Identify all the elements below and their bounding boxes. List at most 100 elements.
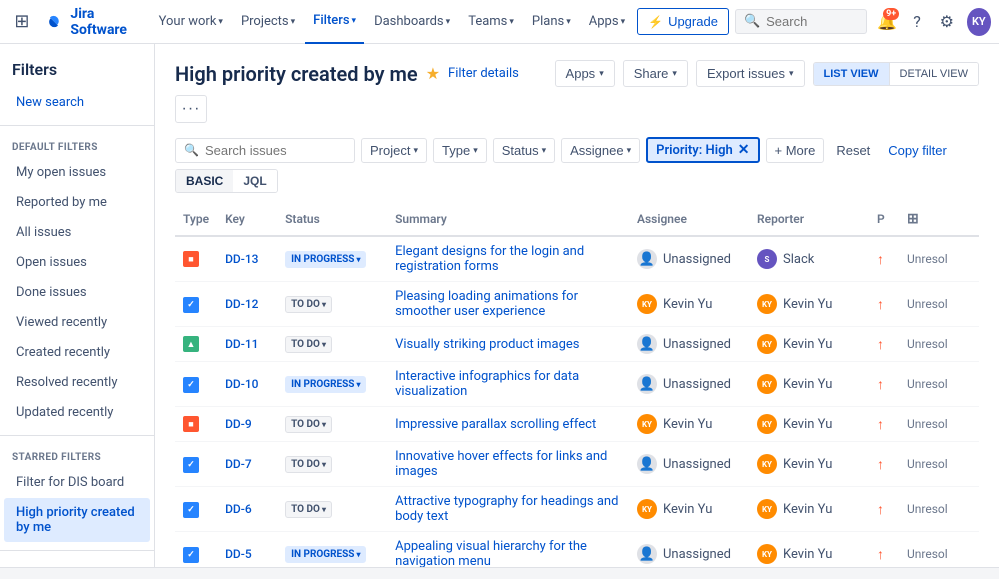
- user-avatar[interactable]: KY: [967, 8, 991, 36]
- basic-view-button[interactable]: BASIC: [176, 170, 233, 192]
- more-actions-button[interactable]: ···: [175, 95, 207, 123]
- status-filter-button[interactable]: Status ▾: [493, 138, 555, 163]
- upgrade-button[interactable]: ⚡ Upgrade: [637, 8, 729, 35]
- assignee-filter-button[interactable]: Assignee ▾: [561, 138, 640, 163]
- col-header-summary[interactable]: Summary: [387, 203, 629, 236]
- issue-key[interactable]: DD-12: [225, 297, 258, 311]
- sidebar-item-reported-by-me[interactable]: Reported by me: [4, 188, 150, 217]
- issue-key[interactable]: DD-7: [225, 457, 252, 471]
- issue-key-cell[interactable]: DD-9: [217, 407, 277, 442]
- issue-summary-link[interactable]: Visually striking product images: [395, 337, 579, 352]
- status-badge[interactable]: TO DO▾: [285, 456, 332, 473]
- issue-key[interactable]: DD-13: [225, 252, 258, 266]
- sidebar-item-open-issues[interactable]: Open issues: [4, 248, 150, 277]
- topnav-apps[interactable]: Apps ▾: [581, 0, 633, 44]
- table-row[interactable]: ✓DD-7TO DO▾Innovative hover effects for …: [175, 442, 979, 487]
- table-row[interactable]: ▲DD-11TO DO▾Visually striking product im…: [175, 327, 979, 362]
- issue-key-cell[interactable]: DD-10: [217, 362, 277, 407]
- issues-search-input[interactable]: [205, 143, 346, 158]
- issue-status-cell[interactable]: IN PROGRESS▾: [277, 532, 387, 568]
- sidebar-item-high-priority[interactable]: High priority created by me: [4, 498, 150, 542]
- issue-status-cell[interactable]: TO DO▾: [277, 442, 387, 487]
- jql-view-button[interactable]: JQL: [233, 170, 276, 192]
- issue-summary-link[interactable]: Pleasing loading animations for smoother…: [395, 289, 578, 319]
- issue-summary-link[interactable]: Attractive typography for headings and b…: [395, 494, 618, 524]
- issue-key-cell[interactable]: DD-11: [217, 327, 277, 362]
- issue-status-cell[interactable]: IN PROGRESS▾: [277, 362, 387, 407]
- filter-details-link[interactable]: Filter details: [448, 66, 519, 81]
- status-badge[interactable]: TO DO▾: [285, 296, 332, 313]
- issue-key[interactable]: DD-5: [225, 547, 252, 561]
- bottom-scrollbar[interactable]: [0, 567, 999, 579]
- table-row[interactable]: ✓DD-5IN PROGRESS▾Appealing visual hierar…: [175, 532, 979, 568]
- sidebar-item-created-recently[interactable]: Created recently: [4, 338, 150, 367]
- col-header-priority[interactable]: P: [869, 203, 899, 236]
- table-row[interactable]: ■DD-9TO DO▾Impressive parallax scrolling…: [175, 407, 979, 442]
- notifications-button[interactable]: 🔔 9+: [873, 6, 901, 38]
- status-badge[interactable]: TO DO▾: [285, 501, 332, 518]
- apps-button[interactable]: Apps ▾: [555, 60, 615, 87]
- col-header-type[interactable]: Type: [175, 203, 217, 236]
- search-input[interactable]: [766, 14, 858, 29]
- new-search-item[interactable]: New search: [4, 88, 150, 117]
- col-header-settings[interactable]: ⊞: [899, 203, 979, 236]
- status-badge[interactable]: TO DO▾: [285, 416, 332, 433]
- sidebar-item-resolved-recently[interactable]: Resolved recently: [4, 368, 150, 397]
- copy-filter-button[interactable]: Copy filter: [882, 139, 953, 162]
- sidebar-item-my-open-issues[interactable]: My open issues: [4, 158, 150, 187]
- sidebar-item-filter-dis-board[interactable]: Filter for DIS board: [4, 468, 150, 497]
- issue-key-cell[interactable]: DD-13: [217, 236, 277, 282]
- issue-status-cell[interactable]: TO DO▾: [277, 327, 387, 362]
- table-row[interactable]: ✓DD-12TO DO▾Pleasing loading animations …: [175, 282, 979, 327]
- type-filter-button[interactable]: Type ▾: [433, 138, 487, 163]
- sidebar-item-view-all-filters[interactable]: View all filters: [4, 559, 150, 567]
- issue-summary-link[interactable]: Innovative hover effects for links and i…: [395, 449, 607, 479]
- col-header-reporter[interactable]: Reporter: [749, 203, 869, 236]
- issue-summary-cell[interactable]: Interactive infographics for data visual…: [387, 362, 629, 407]
- issue-summary-cell[interactable]: Innovative hover effects for links and i…: [387, 442, 629, 487]
- issue-key-cell[interactable]: DD-7: [217, 442, 277, 487]
- col-header-key[interactable]: Key: [217, 203, 277, 236]
- sidebar-item-done-issues[interactable]: Done issues: [4, 278, 150, 307]
- status-badge[interactable]: TO DO▾: [285, 336, 332, 353]
- status-badge[interactable]: IN PROGRESS▾: [285, 376, 366, 393]
- status-badge[interactable]: IN PROGRESS▾: [285, 251, 366, 268]
- issue-summary-link[interactable]: Appealing visual hierarchy for the navig…: [395, 539, 587, 567]
- issue-summary-cell[interactable]: Elegant designs for the login and regist…: [387, 236, 629, 282]
- issue-summary-link[interactable]: Interactive infographics for data visual…: [395, 369, 579, 399]
- help-button[interactable]: ?: [903, 6, 931, 38]
- column-settings-icon[interactable]: ⊞: [907, 211, 919, 227]
- settings-button[interactable]: ⚙: [933, 6, 961, 38]
- issue-summary-cell[interactable]: Pleasing loading animations for smoother…: [387, 282, 629, 327]
- priority-filter-tag[interactable]: Priority: High ✕: [646, 137, 759, 163]
- issue-summary-cell[interactable]: Appealing visual hierarchy for the navig…: [387, 532, 629, 568]
- export-button[interactable]: Export issues ▾: [696, 60, 805, 87]
- list-view-button[interactable]: LIST VIEW: [814, 63, 890, 85]
- topnav-dashboards[interactable]: Dashboards ▾: [366, 0, 458, 44]
- issue-key-cell[interactable]: DD-12: [217, 282, 277, 327]
- issue-key[interactable]: DD-10: [225, 377, 258, 391]
- status-badge[interactable]: IN PROGRESS▾: [285, 546, 366, 563]
- sidebar-item-viewed-recently[interactable]: Viewed recently: [4, 308, 150, 337]
- remove-filter-icon[interactable]: ✕: [738, 142, 750, 158]
- project-filter-button[interactable]: Project ▾: [361, 138, 427, 163]
- issue-summary-link[interactable]: Elegant designs for the login and regist…: [395, 244, 584, 274]
- issue-summary-cell[interactable]: Impressive parallax scrolling effect: [387, 407, 629, 442]
- issue-summary-cell[interactable]: Attractive typography for headings and b…: [387, 487, 629, 532]
- app-switcher-button[interactable]: ⊞: [8, 6, 36, 38]
- search-box[interactable]: 🔍: [735, 9, 868, 34]
- issue-key-cell[interactable]: DD-6: [217, 487, 277, 532]
- table-row[interactable]: ✓DD-10IN PROGRESS▾Interactive infographi…: [175, 362, 979, 407]
- issue-status-cell[interactable]: TO DO▾: [277, 487, 387, 532]
- issue-key[interactable]: DD-11: [225, 337, 258, 351]
- issue-status-cell[interactable]: IN PROGRESS▾: [277, 236, 387, 282]
- detail-view-button[interactable]: DETAIL VIEW: [890, 63, 978, 85]
- issue-summary-cell[interactable]: Visually striking product images: [387, 327, 629, 362]
- share-button[interactable]: Share ▾: [623, 60, 688, 87]
- table-row[interactable]: ✓DD-6TO DO▾Attractive typography for hea…: [175, 487, 979, 532]
- sidebar-item-all-issues[interactable]: All issues: [4, 218, 150, 247]
- topnav-teams[interactable]: Teams ▾: [460, 0, 522, 44]
- topnav-plans[interactable]: Plans ▾: [524, 0, 579, 44]
- col-header-assignee[interactable]: Assignee: [629, 203, 749, 236]
- issues-search[interactable]: 🔍: [175, 138, 355, 163]
